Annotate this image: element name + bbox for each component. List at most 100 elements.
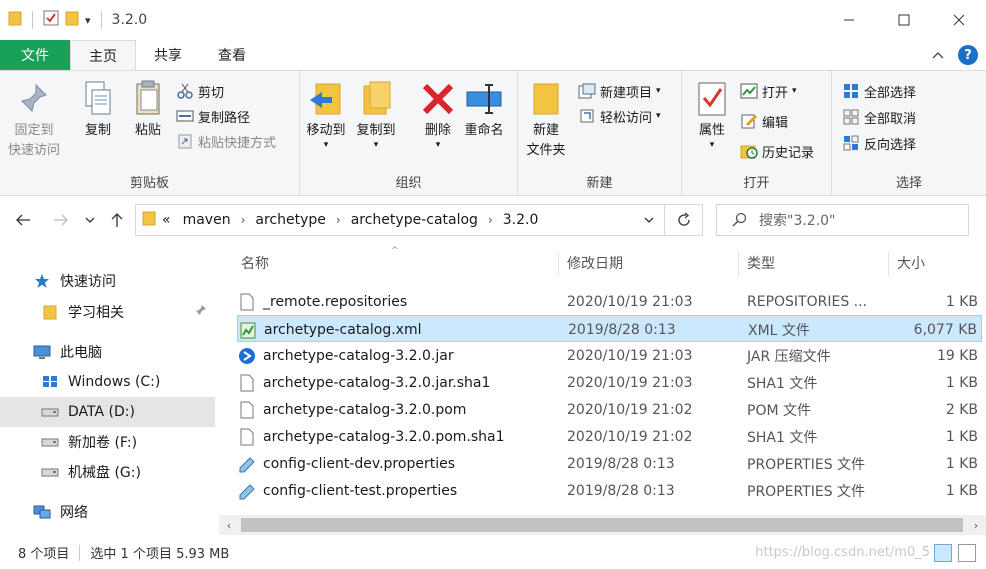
cut-button[interactable]: 剪切 xyxy=(176,79,224,103)
maximize-button[interactable] xyxy=(876,0,931,40)
search-icon xyxy=(732,212,747,227)
nav-item-quick-access[interactable]: 快速访问 xyxy=(0,266,215,296)
xml-file-icon xyxy=(238,320,258,340)
rename-button[interactable]: 重命名 xyxy=(464,77,504,141)
refresh-icon xyxy=(677,212,690,226)
properties-button[interactable]: 属性 ▾ xyxy=(692,77,732,150)
copy-button[interactable]: 复制 xyxy=(78,77,118,141)
history-button[interactable]: 历史记录 xyxy=(740,139,814,163)
open-button[interactable]: 打开 ▾ xyxy=(740,79,797,103)
drive-icon xyxy=(40,462,60,482)
back-button[interactable] xyxy=(12,208,34,232)
chevron-right-icon[interactable]: › xyxy=(484,213,497,227)
tab-view[interactable]: 查看 xyxy=(200,40,264,70)
new-folder-icon[interactable] xyxy=(65,10,79,30)
column-header-size[interactable]: 大小 xyxy=(889,246,986,280)
minimize-button[interactable] xyxy=(821,0,876,40)
nav-item-drive-d[interactable]: DATA (D:) xyxy=(0,397,215,427)
maximize-icon xyxy=(898,14,909,26)
ribbon-tabs: 文件 主页 共享 查看 ? xyxy=(0,40,986,70)
chevron-right-icon[interactable]: › xyxy=(332,213,345,227)
pin-to-quick-access-button[interactable]: 固定到 快速访问 xyxy=(8,77,60,161)
column-header-type[interactable]: 类型 xyxy=(739,246,889,280)
close-button[interactable] xyxy=(931,0,986,40)
nav-item-drive-f[interactable]: 新加卷 (F:) xyxy=(0,427,215,457)
move-to-button[interactable]: 移动到 ▾ xyxy=(306,77,346,150)
chevron-right-icon[interactable]: › xyxy=(237,213,250,227)
group-organize: 移动到 ▾ 复制到 ▾ 删除 ▾ 重命名 组织 xyxy=(300,71,518,195)
paste-shortcut-button[interactable]: 粘贴快捷方式 xyxy=(176,129,276,153)
file-row-selected[interactable]: archetype-catalog.xml 2019/8/28 0:13 XML… xyxy=(237,315,982,342)
navigation-pane: 快速访问 学习相关 此电脑 Windows (C:) DATA (D:) 新加卷… xyxy=(0,246,218,536)
new-folder-button[interactable]: 新建 文件夹 xyxy=(526,77,566,161)
edit-button[interactable]: 编辑 xyxy=(740,109,788,133)
file-row[interactable]: archetype-catalog-3.2.0.pom.sha1 2020/10… xyxy=(237,423,982,450)
new-item-icon xyxy=(578,82,596,100)
column-header-name[interactable]: 名称 xyxy=(237,246,559,280)
column-header-date[interactable]: 修改日期 xyxy=(559,246,739,280)
horizontal-scrollbar[interactable]: ‹ › xyxy=(219,515,986,535)
address-history-dropdown[interactable] xyxy=(644,213,654,228)
file-row[interactable]: config-client-test.properties 2019/8/28 … xyxy=(237,477,982,504)
arrow-right-icon xyxy=(54,214,68,226)
large-icons-view-icon[interactable] xyxy=(958,544,976,562)
recent-locations-button[interactable] xyxy=(82,208,98,232)
refresh-button[interactable] xyxy=(665,204,703,236)
delete-button[interactable]: 删除 ▾ xyxy=(418,77,458,150)
nav-item-network[interactable]: 网络 xyxy=(0,497,215,527)
copy-to-button[interactable]: 复制到 ▾ xyxy=(356,77,396,150)
divider xyxy=(32,11,33,29)
details-view-icon[interactable] xyxy=(934,544,952,562)
tab-home[interactable]: 主页 xyxy=(70,40,136,70)
nav-item-this-pc[interactable]: 此电脑 xyxy=(0,337,215,367)
select-none-button[interactable]: 全部取消 xyxy=(842,105,916,129)
file-icon xyxy=(237,373,257,393)
pin-icon xyxy=(195,304,207,320)
copy-path-icon xyxy=(176,107,194,125)
breadcrumb-overflow[interactable]: « xyxy=(156,212,177,228)
file-row[interactable]: archetype-catalog-3.2.0.jar 2020/10/19 2… xyxy=(237,342,982,369)
group-label-select: 选择 xyxy=(895,176,922,191)
help-icon[interactable]: ? xyxy=(958,45,978,65)
up-button[interactable] xyxy=(106,208,128,232)
customize-qat-button[interactable]: ▾ xyxy=(85,14,91,27)
properties-check-icon[interactable] xyxy=(43,10,59,30)
paste-button[interactable]: 粘贴 xyxy=(128,77,168,141)
invert-selection-button[interactable]: 反向选择 xyxy=(842,131,916,155)
new-folder-icon xyxy=(526,77,566,121)
chevron-down-icon xyxy=(85,217,95,223)
chevron-down-icon: ▾ xyxy=(435,140,441,150)
nav-item-drive-g[interactable]: 机械盘 (G:) xyxy=(0,457,215,487)
address-bar[interactable]: « maven › archetype › archetype-catalog … xyxy=(135,204,665,236)
properties-file-icon xyxy=(237,481,257,501)
file-row[interactable]: _remote.repositories 2020/10/19 21:03 RE… xyxy=(237,288,982,315)
file-row[interactable]: archetype-catalog-3.2.0.jar.sha1 2020/10… xyxy=(237,369,982,396)
file-row[interactable]: config-client-dev.properties 2019/8/28 0… xyxy=(237,450,982,477)
breadcrumb-archetype-catalog[interactable]: archetype-catalog xyxy=(345,212,484,228)
scroll-right-icon[interactable]: › xyxy=(966,515,986,535)
select-all-icon xyxy=(842,82,860,100)
breadcrumb-maven[interactable]: maven xyxy=(177,212,237,228)
tab-file[interactable]: 文件 xyxy=(0,40,70,70)
breadcrumb-current[interactable]: 3.2.0 xyxy=(497,212,545,228)
collapse-ribbon-icon[interactable] xyxy=(932,48,944,63)
select-all-button[interactable]: 全部选择 xyxy=(842,79,916,103)
nav-item-drive-c[interactable]: Windows (C:) xyxy=(0,367,215,397)
search-box[interactable]: 搜索"3.2.0" xyxy=(716,204,969,236)
tab-share[interactable]: 共享 xyxy=(136,40,200,70)
scissors-icon xyxy=(176,82,194,100)
forward-button[interactable] xyxy=(50,208,72,232)
file-row[interactable]: archetype-catalog-3.2.0.pom 2020/10/19 2… xyxy=(237,396,982,423)
breadcrumb-archetype[interactable]: archetype xyxy=(249,212,332,228)
properties-check-icon xyxy=(692,77,732,121)
scroll-left-icon[interactable]: ‹ xyxy=(219,515,239,535)
file-icon xyxy=(237,400,257,420)
chevron-down-icon xyxy=(644,217,654,223)
new-item-button[interactable]: 新建项目 ▾ xyxy=(578,79,661,103)
easy-access-button[interactable]: 轻松访问 ▾ xyxy=(578,104,661,128)
group-label-clipboard: 剪贴板 xyxy=(129,176,169,191)
scrollbar-thumb[interactable] xyxy=(241,518,963,532)
folder-icon xyxy=(40,302,60,322)
copy-path-button[interactable]: 复制路径 xyxy=(176,104,250,128)
nav-item-study[interactable]: 学习相关 xyxy=(0,297,215,327)
